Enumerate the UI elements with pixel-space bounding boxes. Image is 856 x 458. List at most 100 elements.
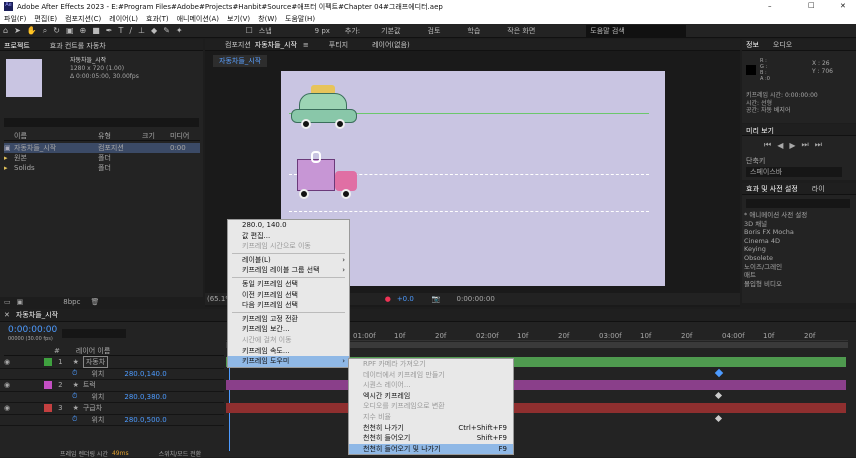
toggle-switches-label[interactable]: 스위치/모드 전환 [159, 449, 202, 458]
context-menu-item[interactable]: 레이블(L) [228, 255, 349, 266]
context-menu-item[interactable]: 이전 키프레임 선택 [228, 290, 349, 301]
timeline-close-icon[interactable]: ✕ [4, 311, 10, 319]
layer-color-label[interactable] [44, 381, 53, 390]
px-value[interactable]: 9 px [315, 27, 330, 35]
effects-item[interactable]: 매트 [744, 271, 807, 280]
snap-checkbox[interactable]: ☐ [246, 26, 253, 35]
zoom-tool-icon[interactable]: ⌕ [43, 26, 47, 36]
tab-preview[interactable]: 미리 보기 [746, 127, 774, 135]
last-frame-icon[interactable]: ⏭ [815, 140, 822, 150]
project-item[interactable]: ▸ 원본 폴더 [4, 153, 200, 163]
eye-icon[interactable]: ◉ [4, 404, 10, 412]
maximize-button[interactable]: □ [808, 1, 815, 9]
menu-effect[interactable]: 효과(T) [146, 14, 169, 24]
menu-window[interactable]: 창(W) [258, 14, 277, 24]
submenu-item[interactable]: RPF 카메라 가져오기 [349, 359, 513, 370]
eye-icon[interactable]: ◉ [4, 358, 10, 366]
layer-tab[interactable]: 레이어(없음) [372, 40, 410, 50]
home-icon[interactable]: ⌂ [3, 26, 8, 35]
context-menu-item[interactable]: 키프레임 보간... [228, 324, 349, 335]
car-graphic[interactable] [289, 85, 359, 135]
col-size[interactable]: 크기 [142, 131, 170, 141]
layer-row[interactable]: ◉ 3 ★ 구급차 [0, 403, 224, 415]
property-value[interactable]: 280.0,500.0 [124, 416, 166, 424]
col-name[interactable]: 이름 [14, 131, 98, 141]
comp-time[interactable]: 0:00:00:00 [457, 295, 495, 303]
keyframe-2-end[interactable] [714, 391, 723, 400]
context-menu-item[interactable]: 키프레임 고정 전환 [228, 314, 349, 325]
help-search-input[interactable]: 도움말 검색 [586, 24, 687, 37]
tab-effects-presets[interactable]: 효과 및 사전 설정 [746, 184, 798, 194]
submenu-item[interactable]: 데이터에서 키프레임 만들기 [349, 370, 513, 381]
tab-effect-controls[interactable]: 효과 컨트롤 자동차 [50, 42, 106, 50]
col-type[interactable]: 유형 [98, 131, 142, 141]
selection-tool-icon[interactable]: ➤ [14, 26, 21, 35]
tab-info[interactable]: 정보 [746, 40, 759, 50]
text-tool-icon[interactable]: T [118, 26, 123, 35]
context-menu-item[interactable]: 동일 키프레임 선택 [228, 279, 349, 290]
submenu-item[interactable]: 시퀀스 레이어... [349, 380, 513, 391]
track-layer-2[interactable] [226, 380, 846, 390]
color-icon[interactable]: ● [385, 295, 391, 303]
project-search-input[interactable] [4, 118, 199, 127]
effects-item[interactable]: Obsolete [744, 254, 807, 263]
property-value[interactable]: 280.0,380.0 [124, 393, 166, 401]
submenu-item[interactable]: 천천히 나가기 Ctrl+Shift+F9 [349, 423, 513, 434]
rotate-tool-icon[interactable]: ↻ [53, 26, 60, 35]
project-item[interactable]: ▸ Solids 폴더 [4, 163, 200, 173]
first-frame-icon[interactable]: ⏮ [764, 140, 771, 150]
pen-tool-icon[interactable]: ✒ [106, 26, 113, 35]
timeline-tab[interactable]: 자동차들_시작 [16, 310, 58, 320]
prev-frame-icon[interactable]: ◀ [777, 141, 783, 150]
viewer-tab[interactable]: 자동차들_시작 [213, 55, 268, 67]
eye-icon[interactable]: ◉ [4, 381, 10, 389]
property-row[interactable]: ⏱ 위치 280.0,500.0 [0, 415, 224, 426]
puppet-tool-icon[interactable]: ✦ [176, 26, 183, 35]
submenu-item[interactable]: 엑시간 키프레임 [349, 391, 513, 402]
stopwatch-icon[interactable]: ⏱ [72, 392, 77, 401]
effects-search-input[interactable] [746, 199, 850, 208]
minimize-button[interactable]: – [768, 2, 772, 10]
delta-value[interactable]: +0.0 [397, 295, 414, 303]
track-layer-3[interactable] [226, 403, 846, 413]
stopwatch-icon[interactable]: ⏱ [72, 415, 77, 424]
workspace-small[interactable]: 작은 화면 [507, 26, 535, 36]
property-value[interactable]: 280.0,140.0 [124, 370, 166, 378]
timeline-search-input[interactable] [62, 329, 126, 338]
workspace-review[interactable]: 검토 [428, 26, 441, 36]
menu-help[interactable]: 도움말(H) [285, 14, 315, 24]
layer-name[interactable]: 자동차 [82, 356, 109, 369]
hand-tool-icon[interactable]: ✋ [27, 26, 37, 35]
effects-item[interactable]: 노이즈/그레인 [744, 263, 807, 272]
effects-item[interactable]: Cinema 4D [744, 237, 807, 246]
submenu-item[interactable]: 천천히 들어오기 Shift+F9 [349, 433, 513, 444]
context-menu-item[interactable]: 시간에 걸쳐 이동 [228, 335, 349, 346]
menu-composition[interactable]: 컴포지션(C) [65, 14, 101, 24]
pan-tool-icon[interactable]: ⊕ [80, 26, 87, 35]
submenu-item[interactable]: 지수 비율 [349, 412, 513, 423]
layer-row[interactable]: ◉ 2 ★ 트럭 [0, 380, 224, 392]
context-menu-item[interactable]: 280.0, 140.0 [228, 220, 349, 231]
context-menu-item[interactable]: 키프레임 도우미 [228, 356, 349, 367]
property-row[interactable]: ⏱ 위치 280.0,140.0 [0, 369, 224, 380]
project-item[interactable]: ▣ 자동차들_시작 컴포지션 0:00 [4, 143, 200, 153]
workspace-default[interactable]: 기본값 [381, 26, 400, 36]
next-frame-icon[interactable]: ⏭ [802, 140, 809, 150]
tab-audio[interactable]: 오디오 [773, 40, 792, 50]
context-menu-item[interactable]: 키프레임 레이블 그룹 선택 [228, 265, 349, 276]
effects-item[interactable]: 몰입형 비디오 [744, 280, 807, 289]
menu-view[interactable]: 보기(V) [227, 14, 250, 24]
camera-snapshot-icon[interactable]: 📷 [432, 295, 441, 303]
eraser-tool-icon[interactable]: ◆ [151, 26, 157, 35]
layer-name[interactable]: 트럭 [83, 380, 96, 390]
stamp-tool-icon[interactable]: ⊥ [138, 26, 145, 35]
bpc-label[interactable]: 8bpc [63, 298, 80, 306]
stopwatch-icon[interactable]: ⏱ [72, 369, 77, 378]
context-menu-item[interactable]: 다음 키프레임 선택 [228, 300, 349, 311]
effects-item[interactable]: * 애니메이션 사전 설정 [744, 211, 807, 220]
menu-animation[interactable]: 애니메이션(A) [177, 14, 219, 24]
menu-edit[interactable]: 편집(E) [34, 14, 57, 24]
trash-icon[interactable]: 🗑 [90, 298, 99, 306]
submenu-item[interactable]: 오디오를 키프레임으로 변환 [349, 401, 513, 412]
tab-project[interactable]: 프로젝트 [4, 42, 30, 50]
